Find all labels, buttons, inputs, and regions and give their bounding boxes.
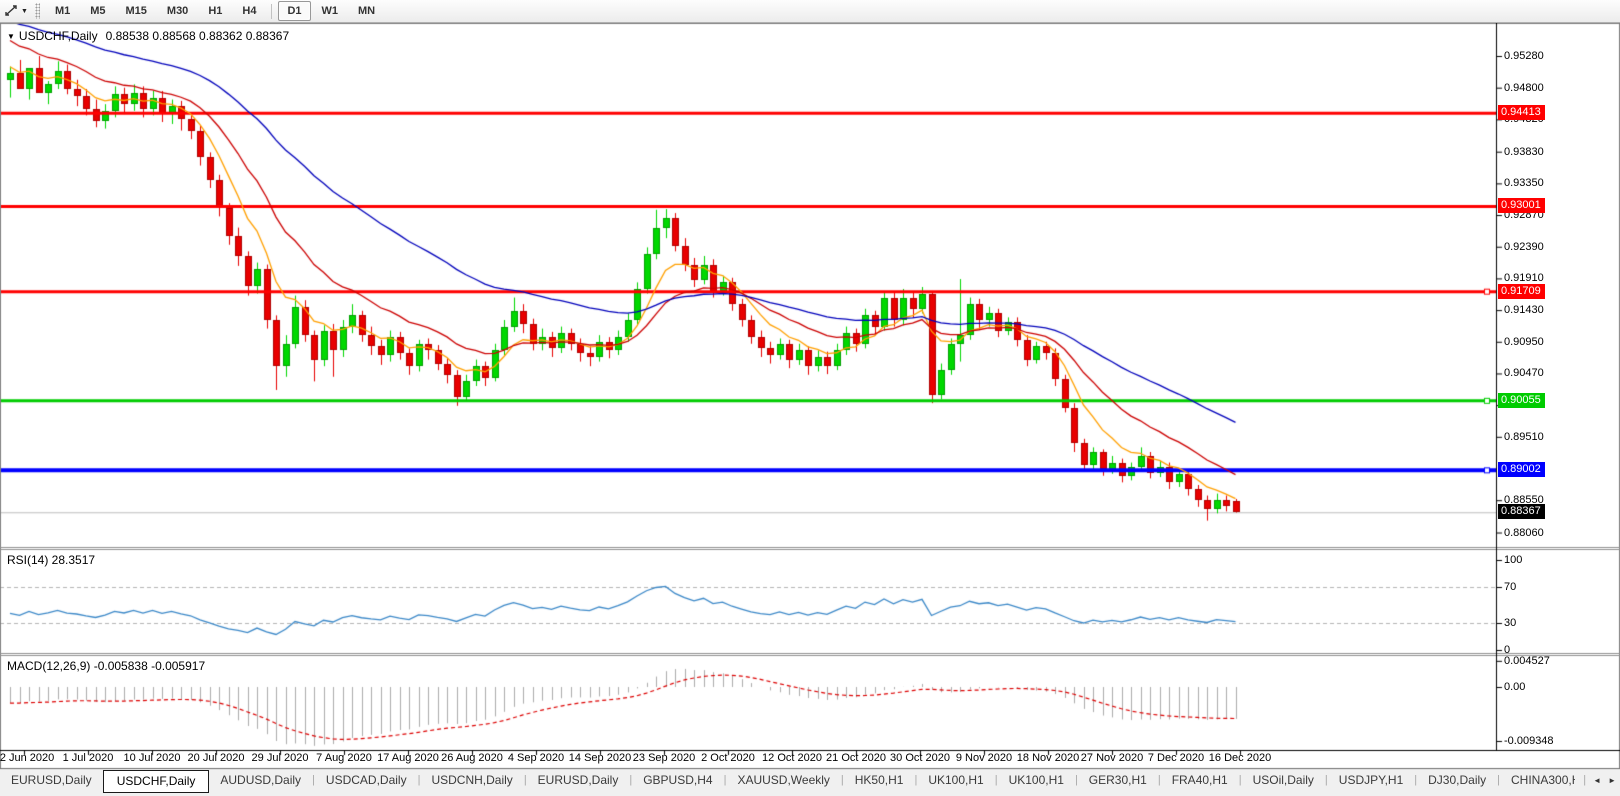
date-label: 29 Jul 2020 bbox=[252, 752, 309, 764]
chart-title: ▼ USDCHF,Daily 0.88538 0.88568 0.88362 0.8… bbox=[7, 29, 289, 43]
price-tick-label: 0.91910 bbox=[1504, 272, 1544, 284]
date-label: 10 Jul 2020 bbox=[124, 752, 181, 764]
chart-tab-usdcad[interactable]: USDCAD,Daily bbox=[315, 770, 418, 791]
rsi-indicator-label: RSI(14) 28.3517 bbox=[7, 553, 95, 567]
mt4-chart-window: ▼ M1M5M15M30H1H4 D1W1MN ▼ USDCHF,Daily 0.88… bbox=[0, 0, 1620, 796]
chart-tab-gbpusd[interactable]: GBPUSD,H4 bbox=[632, 770, 723, 791]
timeframe-button-m1[interactable]: M1 bbox=[46, 1, 79, 21]
chart-tab-usdcnh[interactable]: USDCNH,Daily bbox=[420, 770, 523, 791]
date-label: 2 Oct 2020 bbox=[701, 752, 755, 764]
timeframe-button-m5[interactable]: M5 bbox=[81, 1, 114, 21]
rsi-axis-label: 30 bbox=[1504, 617, 1516, 629]
date-label: 1 Jul 2020 bbox=[63, 752, 114, 764]
ohlc-values: 0.88538 0.88568 0.88362 0.88367 bbox=[106, 29, 290, 43]
rsi-axis-label: 70 bbox=[1504, 581, 1516, 593]
timeframe-button-w1[interactable]: W1 bbox=[313, 1, 348, 21]
chevron-down-icon[interactable]: ▼ bbox=[21, 8, 28, 15]
tabs-scroll-left-icon[interactable]: ◄ bbox=[1593, 776, 1601, 785]
chart-tab-uk100[interactable]: UK100,H1 bbox=[998, 770, 1075, 791]
hline-price-badge: 0.93001 bbox=[1498, 198, 1545, 213]
timeframe-buttons: M1M5M15M30H1H4 D1W1MN bbox=[45, 1, 385, 21]
chart-tab-xauusd[interactable]: XAUUSD,Weekly bbox=[726, 770, 840, 791]
chart-tab-eurusd[interactable]: EURUSD,Daily bbox=[0, 770, 103, 791]
price-tick-label: 0.91430 bbox=[1504, 304, 1544, 316]
price-tick-label: 0.92390 bbox=[1504, 241, 1544, 253]
chart-tab-hk50[interactable]: HK50,H1 bbox=[844, 770, 915, 791]
timeframe-button-mn[interactable]: MN bbox=[349, 1, 384, 21]
timeframe-button-d1[interactable]: D1 bbox=[278, 1, 310, 21]
timeframe-button-h4[interactable]: H4 bbox=[233, 1, 265, 21]
price-tick-label: 0.95280 bbox=[1504, 50, 1544, 62]
hline-price-badge: 0.90055 bbox=[1498, 393, 1545, 408]
date-label: 16 Dec 2020 bbox=[1209, 752, 1271, 764]
date-label: 17 Aug 2020 bbox=[377, 752, 439, 764]
current-price-badge: 0.88367 bbox=[1498, 504, 1545, 519]
date-label: 20 Jul 2020 bbox=[188, 752, 245, 764]
price-tick-label: 0.90950 bbox=[1504, 336, 1544, 348]
date-label: 9 Nov 2020 bbox=[956, 752, 1012, 764]
chart-tab-eurusd[interactable]: EURUSD,Daily bbox=[527, 770, 630, 791]
toolbar-grip-handle[interactable] bbox=[35, 3, 40, 19]
price-tick-label: 0.93830 bbox=[1504, 146, 1544, 158]
hline-price-badge: 0.91709 bbox=[1498, 284, 1545, 299]
price-tick-label: 0.88060 bbox=[1504, 527, 1544, 539]
hline-price-badge: 0.94413 bbox=[1498, 105, 1545, 120]
timeframe-button-h1[interactable]: H1 bbox=[199, 1, 231, 21]
date-label: 4 Sep 2020 bbox=[508, 752, 564, 764]
date-label: 30 Oct 2020 bbox=[890, 752, 950, 764]
date-label: 27 Nov 2020 bbox=[1081, 752, 1143, 764]
price-tick-label: 0.90470 bbox=[1504, 367, 1544, 379]
chart-tab-uk100[interactable]: UK100,H1 bbox=[917, 770, 994, 791]
date-label: 7 Aug 2020 bbox=[316, 752, 372, 764]
chart-tab-bar: EURUSD,DailyUSDCHF,DailyAUDUSD,Daily|USD… bbox=[0, 769, 1620, 796]
rsi-axis-label: 100 bbox=[1504, 554, 1522, 566]
tabs-scroll-right-icon[interactable]: ► bbox=[1608, 776, 1616, 785]
symbol-label: USDCHF,Daily bbox=[19, 29, 98, 43]
chart-tab-usdjpy[interactable]: USDJPY,H1 bbox=[1328, 770, 1414, 791]
date-label: 26 Aug 2020 bbox=[441, 752, 503, 764]
date-label: 21 Oct 2020 bbox=[826, 752, 886, 764]
tab-separator: | bbox=[1583, 774, 1586, 786]
price-tick-label: 0.89510 bbox=[1504, 431, 1544, 443]
macd-indicator-label: MACD(12,26,9) -0.005838 -0.005917 bbox=[7, 659, 205, 673]
timeframe-toolbar: ▼ M1M5M15M30H1H4 D1W1MN bbox=[0, 0, 1620, 23]
chart-tab-usdchf[interactable]: USDCHF,Daily bbox=[103, 770, 210, 793]
date-label: 18 Nov 2020 bbox=[1017, 752, 1079, 764]
chart-pan-icon[interactable] bbox=[4, 3, 20, 19]
date-label: 22 Jun 2020 bbox=[0, 752, 54, 764]
chart-tab-audusd[interactable]: AUDUSD,Daily bbox=[209, 770, 312, 791]
hline-price-badge: 0.89002 bbox=[1498, 462, 1545, 477]
chart-tab-usoil[interactable]: USOil,Daily bbox=[1242, 770, 1325, 791]
macd-axis-max-label: 0.004527 bbox=[1504, 655, 1550, 667]
price-tick-label: 0.94800 bbox=[1504, 82, 1544, 94]
price-tick-label: 0.93350 bbox=[1504, 177, 1544, 189]
macd-axis-zero-label: 0.00 bbox=[1504, 681, 1525, 693]
date-label: 7 Dec 2020 bbox=[1148, 752, 1204, 764]
chart-tab-dj30[interactable]: DJ30,Daily bbox=[1417, 770, 1497, 791]
macd-axis-min-label: -0.009348 bbox=[1504, 735, 1554, 747]
toolbar-divider bbox=[271, 4, 272, 19]
timeframe-button-m30[interactable]: M30 bbox=[158, 1, 197, 21]
date-label: 14 Sep 2020 bbox=[569, 752, 631, 764]
price-chart-canvas[interactable] bbox=[0, 23, 1620, 769]
date-label: 12 Oct 2020 bbox=[762, 752, 822, 764]
chart-tab-ger30[interactable]: GER30,H1 bbox=[1078, 770, 1158, 791]
timeframe-button-m15[interactable]: M15 bbox=[117, 1, 156, 21]
collapse-triangle-icon[interactable]: ▼ bbox=[7, 32, 15, 41]
date-label: 23 Sep 2020 bbox=[633, 752, 695, 764]
chart-tab-fra40[interactable]: FRA40,H1 bbox=[1161, 770, 1239, 791]
tab-scroll-arrows: | ◄ ► bbox=[1575, 770, 1620, 790]
